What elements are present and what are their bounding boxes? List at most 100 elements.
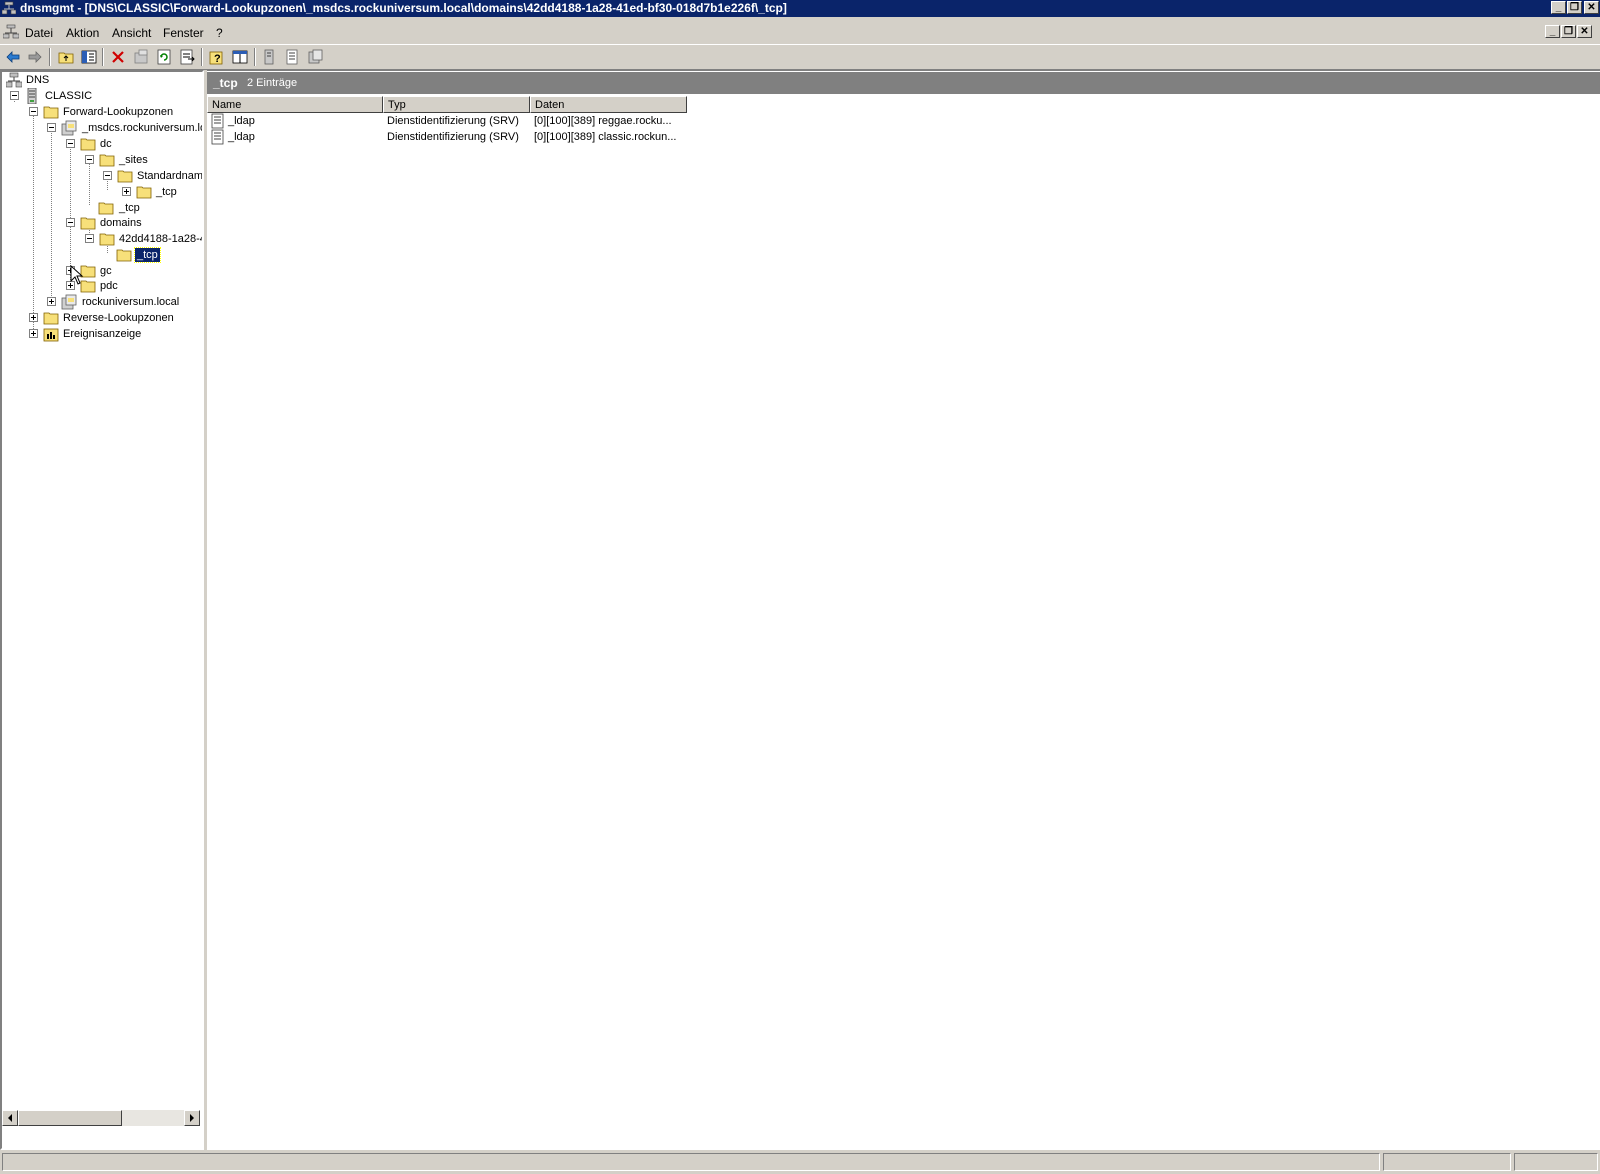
mdi-minimize-button[interactable]: _ — [1545, 25, 1560, 38]
expand-toggle[interactable] — [122, 187, 131, 196]
tree-connector — [51, 126, 52, 300]
zone-button[interactable] — [304, 47, 326, 67]
svg-text:?: ? — [214, 53, 221, 65]
row-name: _ldap — [228, 131, 255, 143]
toolbar-separator — [254, 48, 256, 66]
forward-button[interactable] — [24, 47, 46, 67]
column-header-name[interactable]: Name — [207, 96, 383, 113]
up-folder-icon — [58, 52, 74, 64]
delete-icon — [112, 51, 124, 63]
folder-icon — [43, 106, 59, 119]
column-header-type[interactable]: Typ — [383, 96, 530, 113]
properties-icon — [134, 49, 148, 64]
server-icon — [27, 88, 37, 104]
window-title: dnsmgmt - [DNS\CLASSIC\Forward-Lookupzon… — [20, 1, 787, 15]
table-row[interactable]: _ldap Dienstidentifizierung (SRV) [0][10… — [207, 129, 907, 145]
back-icon — [6, 51, 20, 63]
arrow-right-icon — [190, 1114, 194, 1122]
collapse-toggle[interactable] — [10, 91, 19, 100]
restore-button[interactable]: ❐ — [1567, 1, 1582, 14]
collapse-toggle[interactable] — [29, 107, 38, 116]
export-list-icon — [180, 49, 195, 65]
srv-record-icon — [211, 113, 224, 129]
result-title: _tcp — [213, 76, 238, 90]
tree-node-label: _tcp — [134, 247, 161, 263]
minimize-button[interactable]: _ — [1551, 1, 1566, 14]
column-header-data[interactable]: Daten — [530, 96, 687, 113]
menu-datei[interactable]: Datei — [25, 26, 53, 40]
list-view-button[interactable] — [281, 47, 303, 67]
tree-horizontal-scrollbar[interactable] — [2, 1110, 200, 1126]
help-icon: ? — [209, 51, 223, 65]
menu-aktion[interactable]: Aktion — [66, 26, 99, 40]
expand-toggle[interactable] — [29, 329, 38, 338]
tree-node-label: dc — [100, 138, 112, 150]
tree-node-label: rockuniversum.local — [82, 296, 180, 308]
tree-node-label: _msdcs.rockuniversum.lo — [82, 122, 204, 134]
toolbar-separator — [102, 48, 104, 66]
console-menu-icon[interactable] — [3, 24, 19, 40]
menu-bar: Datei Aktion Ansicht Fenster ? _ ❐ ✕ — [0, 21, 1600, 43]
properties-button[interactable] — [130, 47, 152, 67]
tree-node-label: _tcp — [119, 202, 140, 214]
export-list-button[interactable] — [176, 47, 198, 67]
delete-button[interactable] — [107, 47, 129, 67]
scroll-right-button[interactable] — [184, 1110, 200, 1126]
tree-node-label: _sites — [119, 154, 148, 166]
close-button[interactable]: ✕ — [1584, 1, 1599, 14]
refresh-button[interactable] — [153, 47, 175, 67]
expand-toggle[interactable] — [47, 297, 56, 306]
folder-icon — [116, 249, 132, 262]
tree-node-label: Reverse-Lookupzonen — [63, 312, 174, 324]
tree-node-label: Forward-Lookupzonen — [63, 106, 174, 118]
row-data: [0][100][389] reggae.rocku... — [534, 115, 672, 127]
row-type: Dienstidentifizierung (SRV) — [387, 131, 519, 143]
folder-icon — [136, 186, 152, 199]
record-icon — [264, 49, 274, 65]
tree-node-label: DNS — [26, 74, 50, 86]
expand-toggle[interactable] — [29, 313, 38, 322]
tree-node-label: pdc — [100, 280, 118, 292]
status-panel-2 — [1383, 1153, 1511, 1171]
collapse-toggle[interactable] — [66, 218, 75, 227]
tree-node-label: domains — [100, 217, 142, 229]
status-panel-3 — [1514, 1153, 1598, 1171]
collapse-toggle[interactable] — [47, 123, 56, 132]
show-hide-tree-button[interactable] — [78, 47, 100, 67]
mdi-restore-button[interactable]: ❐ — [1561, 25, 1576, 38]
tree-node-label: Ereignisanzeige — [63, 328, 142, 340]
row-data: [0][100][389] classic.rockun... — [534, 131, 677, 143]
collapse-toggle[interactable] — [85, 234, 94, 243]
up-folder-button[interactable] — [55, 47, 77, 67]
show-console-tree-icon — [232, 50, 248, 64]
row-name: _ldap — [228, 115, 255, 127]
scroll-thumb[interactable] — [18, 1110, 122, 1126]
result-count: 2 Einträge — [247, 77, 298, 89]
collapse-toggle[interactable] — [85, 155, 94, 164]
result-pane[interactable]: _tcp 2 Einträge Name Typ Daten _ldap Die… — [207, 70, 1600, 1150]
folder-icon — [43, 312, 59, 325]
collapse-toggle[interactable] — [103, 171, 112, 180]
forward-icon — [28, 51, 42, 63]
zone-icon — [61, 120, 77, 136]
show-console-tree-button[interactable] — [229, 47, 251, 67]
tree-connector — [33, 110, 34, 331]
new-record-button[interactable] — [258, 47, 280, 67]
folder-icon — [98, 202, 114, 215]
back-button[interactable] — [2, 47, 24, 67]
collapse-toggle[interactable] — [66, 139, 75, 148]
folder-icon — [117, 170, 133, 183]
folder-icon — [80, 138, 96, 151]
folder-icon — [99, 233, 115, 246]
status-panel-main — [2, 1153, 1380, 1171]
mdi-close-button[interactable]: ✕ — [1577, 25, 1592, 38]
table-row[interactable]: _ldap Dienstidentifizierung (SRV) [0][10… — [207, 113, 907, 129]
tree-node-label: _tcp — [156, 186, 177, 198]
list-icon — [286, 49, 298, 65]
menu-fenster[interactable]: Fenster — [163, 26, 204, 40]
scroll-left-button[interactable] — [2, 1110, 18, 1126]
help-button[interactable]: ? — [206, 47, 228, 67]
menu-help[interactable]: ? — [216, 26, 223, 40]
menu-ansicht[interactable]: Ansicht — [112, 26, 151, 40]
console-tree[interactable]: DNS CLASSIC Forward-Lookupzonen _msdcs.r… — [0, 70, 204, 1150]
